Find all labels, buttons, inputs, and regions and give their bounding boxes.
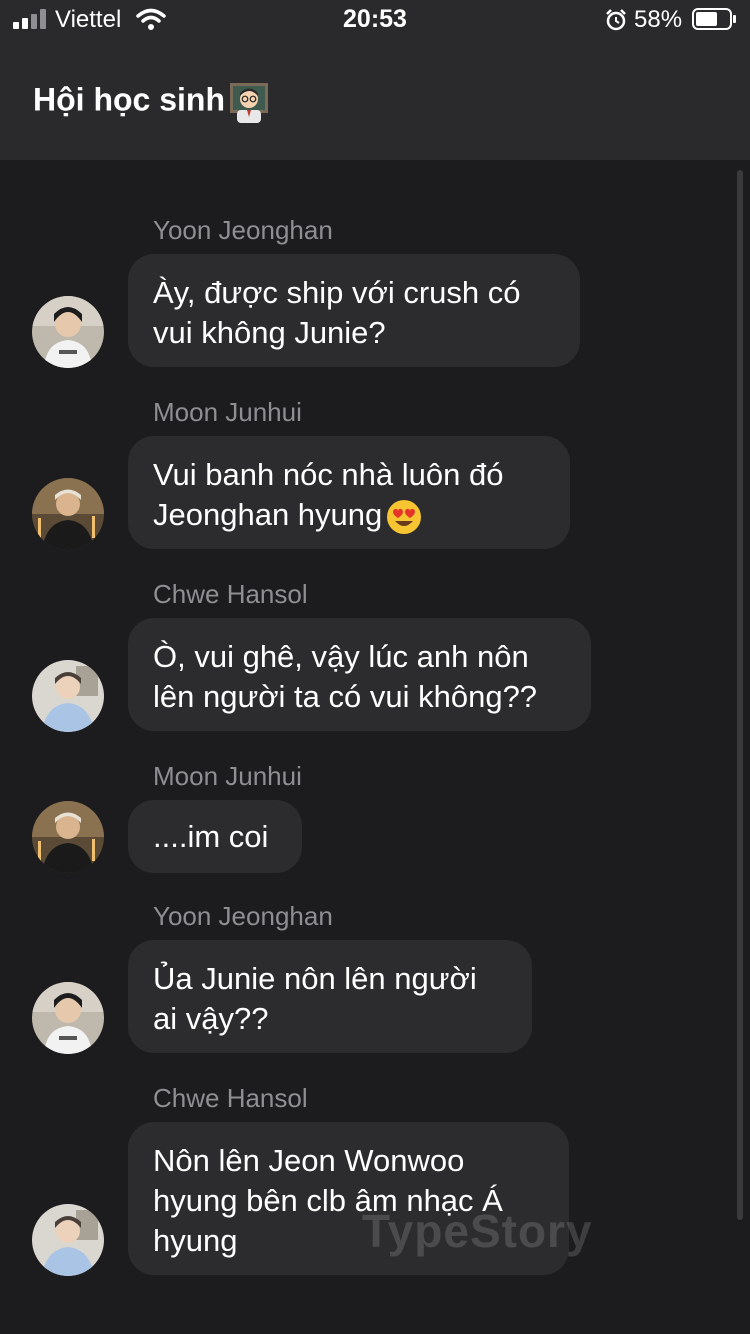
chat-title-text: Hội học sinh (33, 81, 225, 118)
sender-name: Yoon Jeonghan (153, 901, 333, 931)
message-text: Ày, được ship với crush có vui không Jun… (153, 273, 521, 353)
sender-name: Moon Junhui (153, 397, 302, 427)
message-bubble[interactable]: Ày, được ship với crush có vui không Jun… (128, 254, 580, 367)
message-line: Jeonghan hyung (153, 497, 383, 532)
chat-title[interactable]: Hội học sinh (33, 81, 270, 123)
message-bubble[interactable]: Ủa Junie nôn lên người ai vậy?? (128, 940, 532, 1053)
message-bubble[interactable]: Vui banh nóc nhà luôn đó Jeonghan hyung (128, 436, 570, 549)
sender-name: Moon Junhui (153, 761, 302, 791)
teacher-icon (230, 83, 268, 123)
avatar-photo (32, 801, 104, 873)
message-line: Ủa Junie nôn lên người (153, 961, 477, 996)
status-bar: Viettel 20:53 58% (0, 0, 750, 40)
avatar-photo (32, 478, 104, 550)
message-line: Ày, được ship với crush có (153, 275, 521, 310)
message-text: Ủa Junie nôn lên người ai vậy?? (153, 959, 477, 1039)
avatar-chwe-hansol[interactable] (32, 660, 104, 732)
avatar-moon-junhui[interactable] (32, 801, 104, 873)
message-line: lên người ta có vui không?? (153, 679, 538, 714)
avatar-yoon-jeonghan[interactable] (32, 982, 104, 1054)
avatar-photo (32, 1204, 104, 1276)
avatar-photo (32, 296, 104, 368)
alarm-icon (606, 9, 626, 31)
message-bubble[interactable]: Ò, vui ghê, vậy lúc anh nôn lên người ta… (128, 618, 591, 731)
battery-percentage: 58% (634, 6, 683, 33)
chat-header: Hội học sinh (0, 40, 750, 160)
battery-icon (692, 8, 736, 30)
avatar-photo (32, 660, 104, 732)
avatar-moon-junhui[interactable] (32, 478, 104, 550)
message-line: ai vậy?? (153, 1001, 269, 1036)
message-line: ....im coi (153, 819, 269, 854)
watermark: TypeStory (362, 1205, 593, 1257)
message-text: Vui banh nóc nhà luôn đó Jeonghan hyung (153, 455, 503, 536)
avatar-yoon-jeonghan[interactable] (32, 296, 104, 368)
avatar-chwe-hansol[interactable] (32, 1204, 104, 1276)
message-text: Ò, vui ghê, vậy lúc anh nôn lên người ta… (153, 637, 537, 717)
message-text: ....im coi (153, 817, 268, 857)
message-bubble[interactable]: ....im coi (128, 800, 302, 873)
message-line: Vui banh nóc nhà luôn đó (153, 457, 504, 492)
avatar-photo (32, 982, 104, 1054)
scrollbar[interactable] (737, 170, 743, 1220)
sender-name: Chwe Hansol (153, 579, 308, 609)
sender-name: Yoon Jeonghan (153, 215, 333, 245)
sender-name: Chwe Hansol (153, 1083, 308, 1113)
message-line: Ò, vui ghê, vậy lúc anh nôn (153, 639, 529, 674)
message-line-with-emoji: Jeonghan hyung (153, 495, 503, 536)
heart-eyes-emoji (387, 499, 422, 534)
message-line: vui không Junie? (153, 315, 386, 350)
message-line: Nôn lên Jeon Wonwoo (153, 1143, 465, 1178)
